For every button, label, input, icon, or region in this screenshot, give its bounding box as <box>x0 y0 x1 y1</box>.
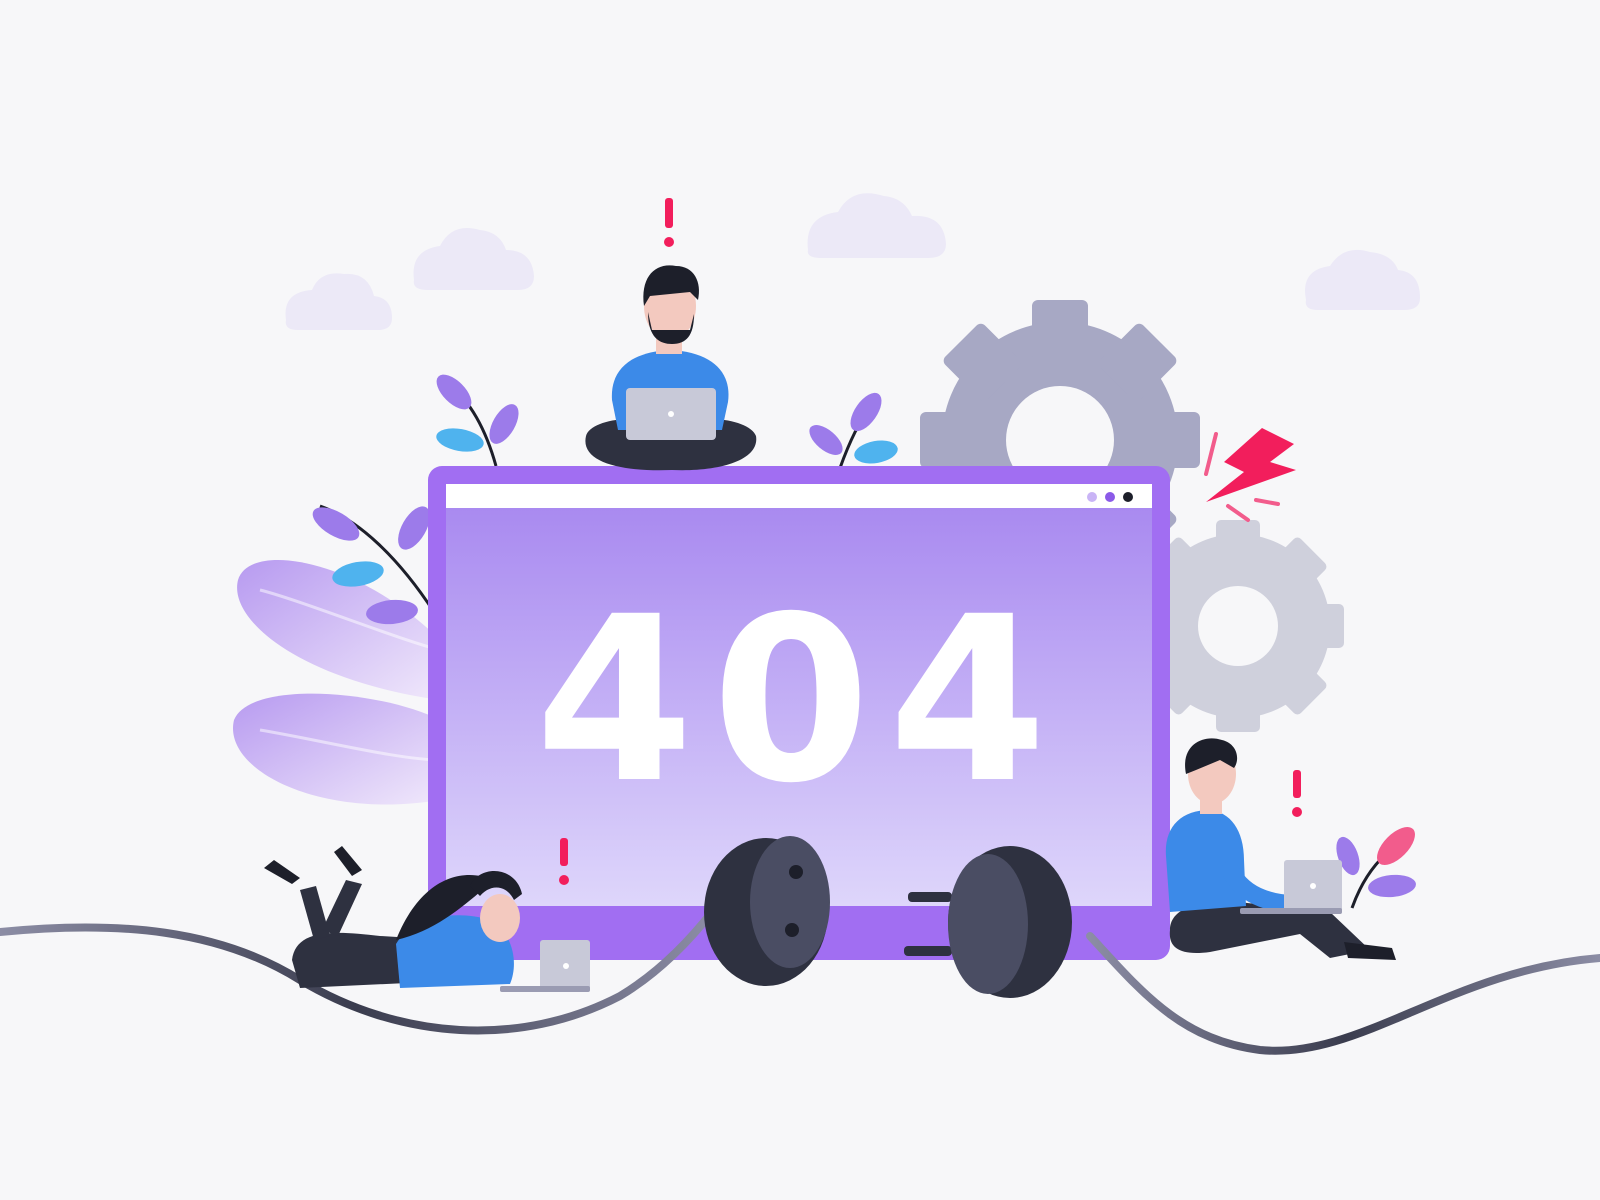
leaf-icon <box>1336 827 1416 909</box>
window-dot <box>1123 492 1133 502</box>
person-top <box>585 265 757 471</box>
leaf-icon <box>233 560 441 805</box>
window-dot <box>1105 492 1115 502</box>
alert-icon <box>664 198 674 247</box>
person-right <box>1165 738 1396 960</box>
illustration-404: 404 <box>0 0 1600 1200</box>
leaf-icon <box>436 374 519 467</box>
alert-icon <box>1292 770 1302 817</box>
alert-icon <box>559 838 569 885</box>
cloud-icon <box>413 228 534 290</box>
cloud-icon <box>807 193 946 258</box>
lightning-icon <box>1204 428 1296 522</box>
window-dot <box>1087 492 1097 502</box>
cloud-icon <box>285 273 392 330</box>
cloud-icon <box>1305 249 1420 310</box>
error-code: 404 <box>535 567 1065 833</box>
leaf-icon <box>809 392 898 469</box>
